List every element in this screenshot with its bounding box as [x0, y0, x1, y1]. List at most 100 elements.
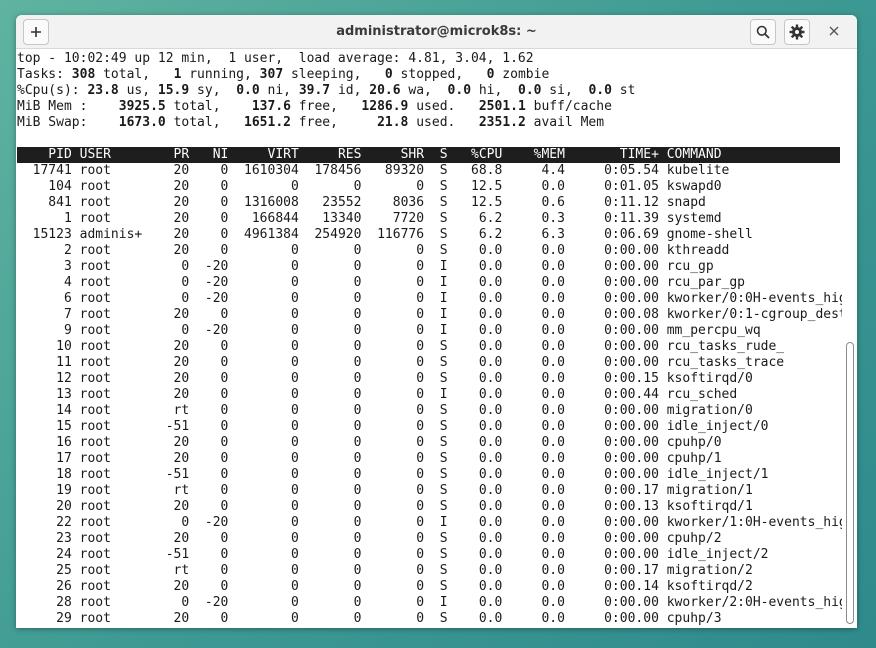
cell-cpu: 0.0 [455, 467, 503, 482]
cell-virt: 0 [236, 339, 299, 354]
cell-s: I [431, 323, 448, 338]
cell-mem: 0.0 [518, 547, 565, 562]
cell-s: I [431, 515, 448, 530]
cell-virt: 0 [236, 259, 299, 274]
cell-ni: 0 [197, 563, 229, 578]
cell-s: S [431, 371, 448, 386]
cell-ni: 0 [197, 307, 229, 322]
cell-virt: 0 [236, 611, 299, 626]
cell-res: 0 [306, 451, 362, 466]
cell-time: 0:00.00 [580, 339, 659, 354]
cell-pid: 17 [17, 451, 72, 466]
cell-res: 0 [306, 339, 362, 354]
cell-mem: 0.0 [518, 339, 565, 354]
cell-ni: 0 [197, 339, 229, 354]
cell-shr: 0 [369, 323, 425, 338]
cell-virt: 0 [236, 307, 299, 322]
cell-virt: 0 [236, 275, 299, 290]
cell-shr: 0 [369, 451, 425, 466]
cell-ni: 0 [197, 611, 229, 626]
cell-s: I [431, 595, 448, 610]
cell-command: kswapd0 [666, 179, 722, 194]
cell-user: root [79, 195, 151, 210]
cell-time: 0:00.00 [580, 547, 659, 562]
cell-pr: 20 [165, 387, 190, 402]
cell-time: 0:00.00 [580, 435, 659, 450]
cell-mem: 0.0 [518, 579, 565, 594]
cell-cpu: 0.0 [455, 291, 503, 306]
cell-mem: 0.0 [518, 355, 565, 370]
cell-shr: 0 [369, 387, 425, 402]
process-row: 4 root 0 -20 0 0 0 I 0.0 0.0 0:00.00 rcu… [17, 275, 745, 291]
cell-cpu: 0.0 [455, 243, 503, 258]
cell-res: 178456 [306, 163, 362, 178]
cell-command: mm_percpu_wq [666, 323, 761, 338]
cell-ni: 0 [197, 227, 229, 242]
cell-command: rcu_tasks_trace [666, 355, 785, 370]
cell-mem: 0.0 [518, 291, 565, 306]
cell-shr: 89320 [369, 163, 425, 178]
cell-cpu: 0.0 [455, 547, 503, 562]
window-title: administrator@microk8s: ~ [336, 24, 537, 39]
cell-pid: 4 [17, 275, 72, 290]
close-button[interactable] [826, 23, 842, 39]
cell-time: 0:00.13 [580, 499, 659, 514]
cell-time: 0:00.44 [580, 387, 659, 402]
cell-virt: 0 [236, 403, 299, 418]
search-button[interactable] [750, 19, 776, 45]
cell-mem: 0.0 [518, 179, 565, 194]
cell-pr: 0 [165, 291, 190, 306]
process-row: 9 root 0 -20 0 0 0 I 0.0 0.0 0:00.00 mm_… [17, 323, 761, 339]
process-row: 2 root 20 0 0 0 0 S 0.0 0.0 0:00.00 kthr… [17, 243, 729, 259]
cell-virt: 0 [236, 531, 299, 546]
cell-pr: 20 [165, 371, 190, 386]
process-row: 3 root 0 -20 0 0 0 I 0.0 0.0 0:00.00 rcu… [17, 259, 714, 275]
cell-command: kworker/0:1-cgroup_destroy [666, 307, 842, 322]
cell-mem: 0.0 [518, 403, 565, 418]
cell-pid: 19 [17, 483, 72, 498]
cell-virt: 0 [236, 563, 299, 578]
cell-res: 0 [306, 419, 362, 434]
scrollbar-thumb[interactable] [846, 342, 854, 624]
cell-pid: 12 [17, 371, 72, 386]
cell-cpu: 0.0 [455, 355, 503, 370]
cell-time: 0:00.00 [580, 275, 659, 290]
process-row: 6 root 0 -20 0 0 0 I 0.0 0.0 0:00.00 kwo… [17, 291, 842, 307]
process-row: 16 root 20 0 0 0 0 S 0.0 0.0 0:00.00 cpu… [17, 435, 721, 451]
cell-mem: 0.0 [518, 467, 565, 482]
process-row: 15 root -51 0 0 0 0 S 0.0 0.0 0:00.00 id… [17, 419, 768, 435]
terminal-output[interactable]: top - 10:02:49 up 12 min, 1 user, load a… [16, 49, 842, 628]
cell-ni: 0 [197, 371, 229, 386]
cell-shr: 0 [369, 499, 425, 514]
cell-command: ksoftirqd/0 [666, 371, 753, 386]
cell-pr: 20 [165, 451, 190, 466]
cell-user: root [79, 435, 151, 450]
menu-button[interactable] [784, 19, 810, 45]
cell-pr: 20 [165, 339, 190, 354]
cell-ni: -20 [197, 515, 229, 530]
cell-user: root [79, 243, 151, 258]
cell-user: root [79, 403, 151, 418]
cell-time: 0:00.00 [580, 467, 659, 482]
cell-s: S [431, 547, 448, 562]
cell-pid: 3 [17, 259, 72, 274]
cell-time: 0:00.00 [580, 291, 659, 306]
cell-pr: -51 [165, 467, 190, 482]
cell-time: 0:00.00 [580, 355, 659, 370]
cell-user: root [79, 595, 151, 610]
cell-command: kworker/1:0H-events_highpri [666, 515, 842, 530]
cell-time: 0:00.17 [580, 563, 659, 578]
cell-mem: 0.6 [518, 195, 565, 210]
cell-mem: 0.0 [518, 483, 565, 498]
column-header-pr: PR [165, 147, 190, 162]
cell-ni: 0 [197, 531, 229, 546]
cell-ni: 0 [197, 547, 229, 562]
process-row: 22 root 0 -20 0 0 0 I 0.0 0.0 0:00.00 kw… [17, 515, 842, 531]
process-row: 15123 adminis+ 20 0 4961384 254920 11677… [17, 227, 753, 243]
cell-s: S [431, 563, 448, 578]
cell-mem: 0.0 [518, 595, 565, 610]
cell-pr: 20 [165, 227, 190, 242]
cell-virt: 0 [236, 243, 299, 258]
cell-virt: 0 [236, 355, 299, 370]
cell-res: 23552 [306, 195, 362, 210]
